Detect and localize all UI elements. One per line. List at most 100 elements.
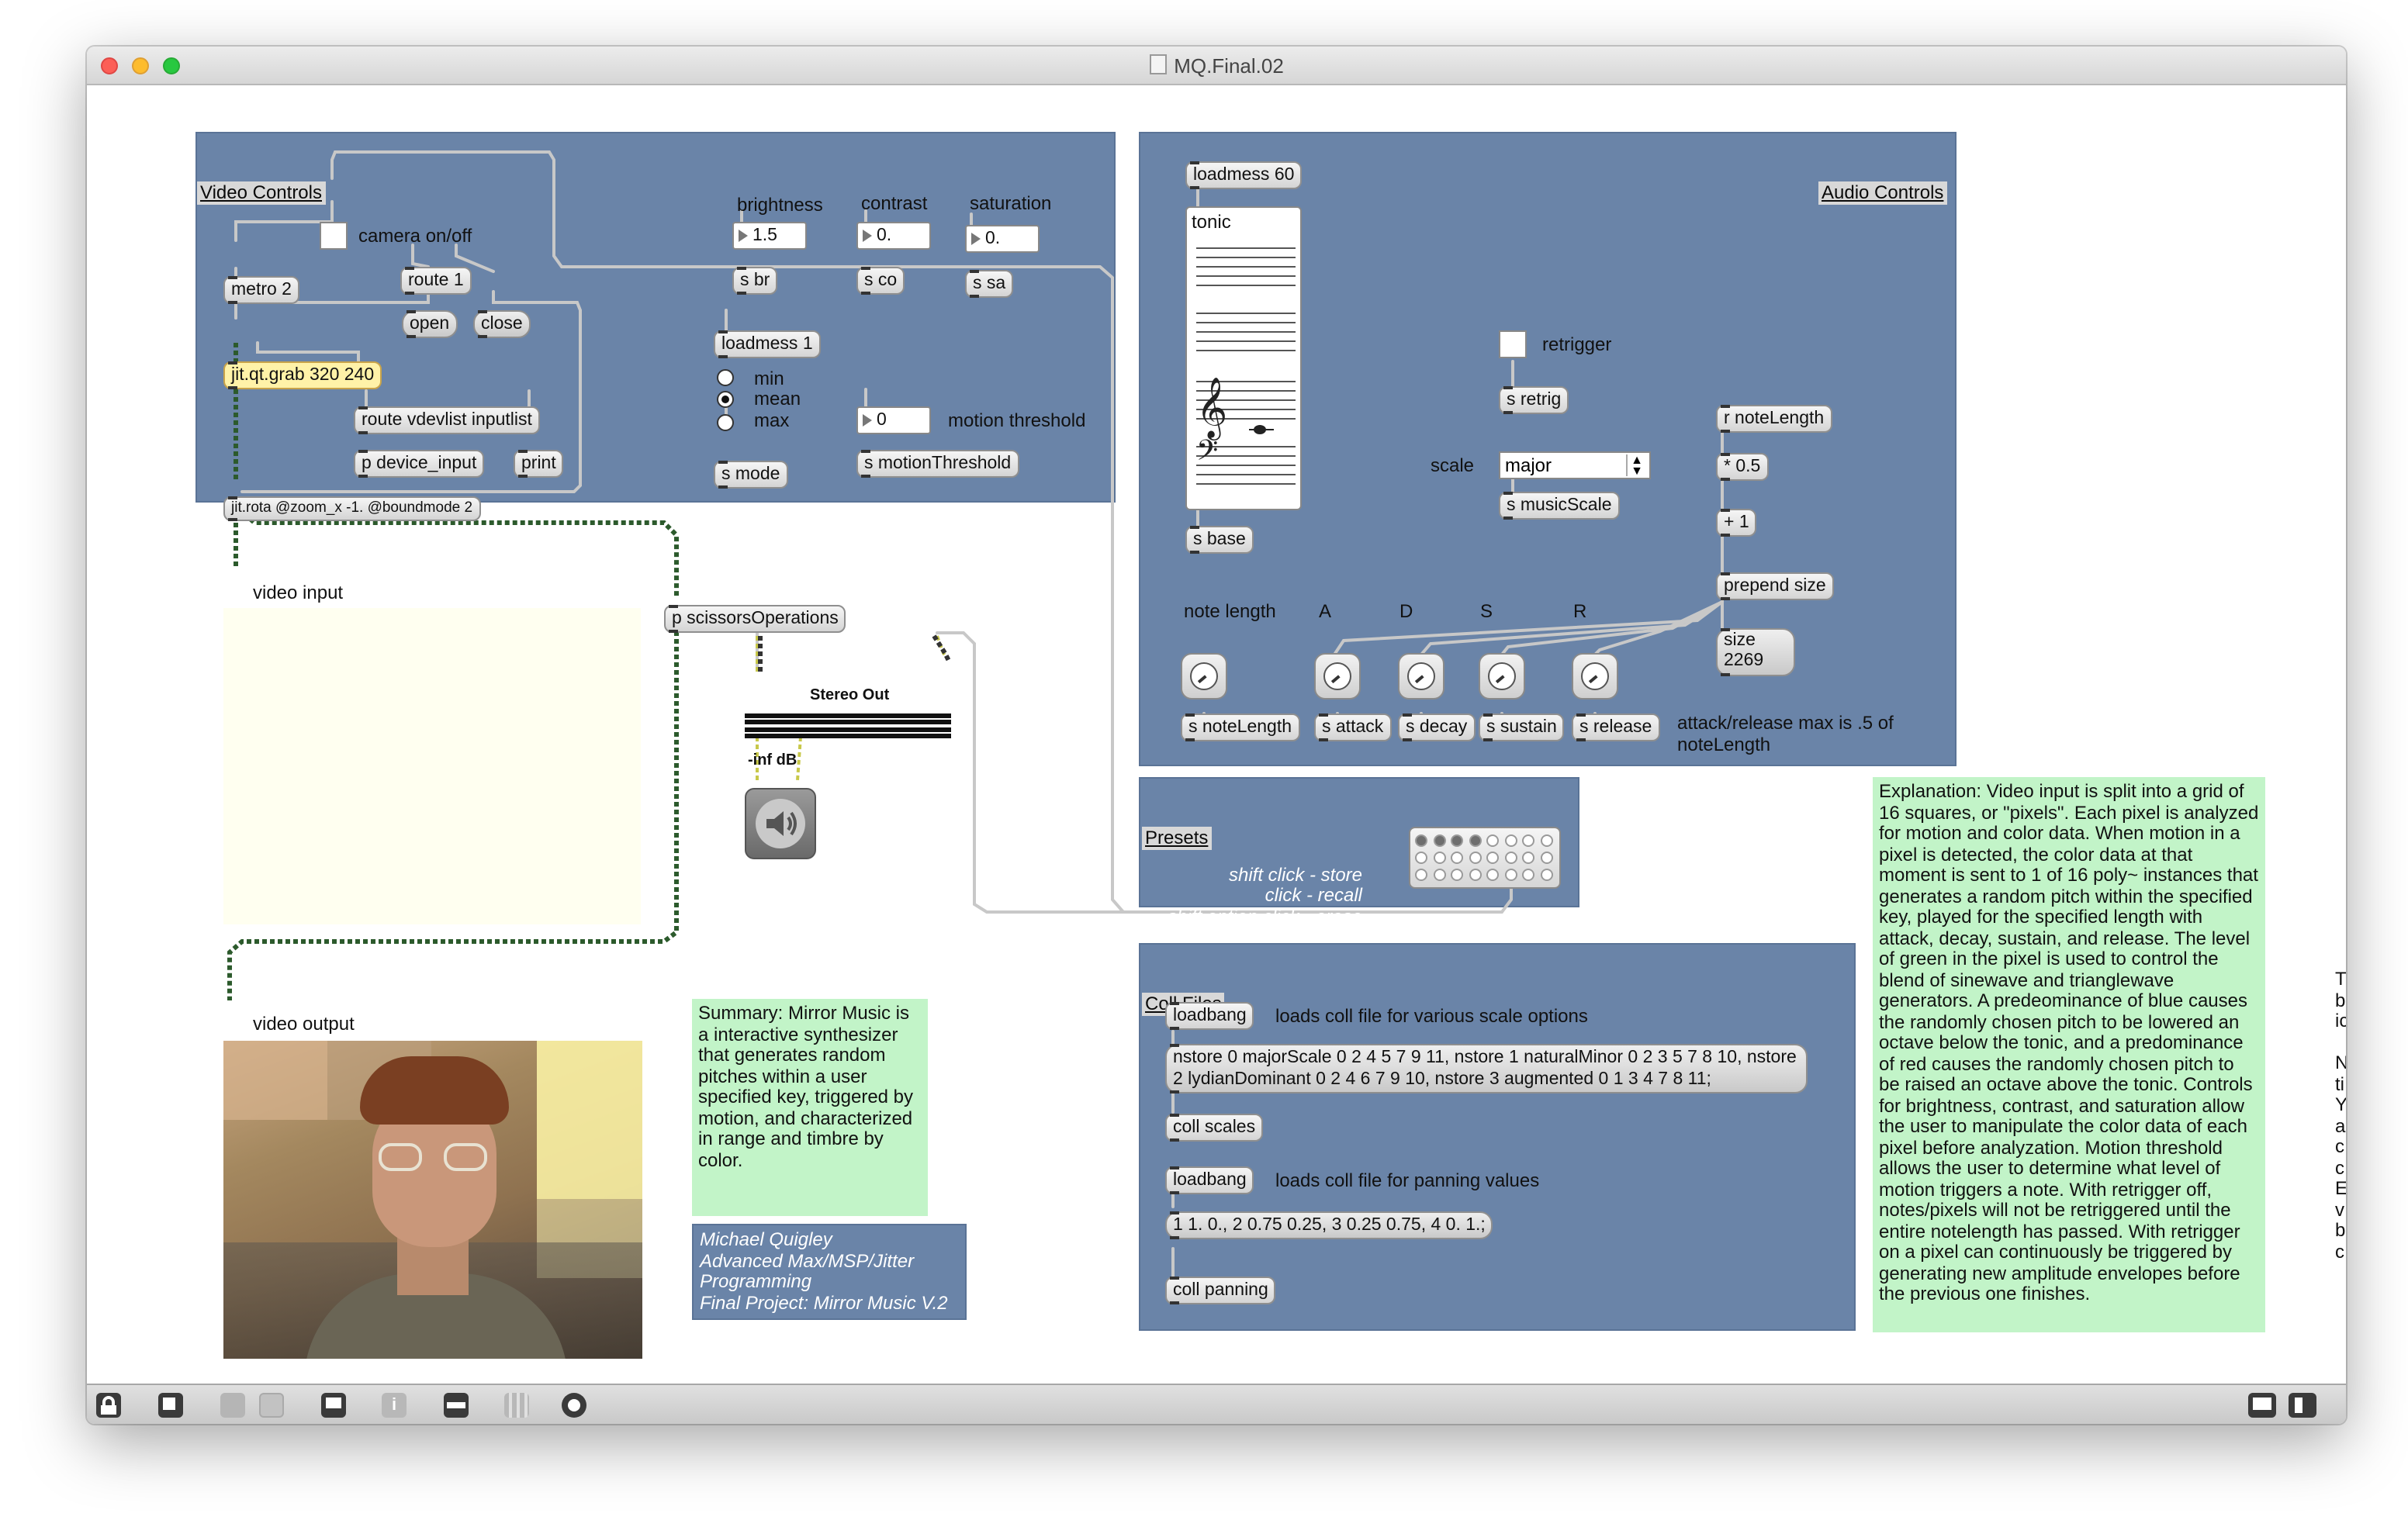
preset-slot[interactable] — [1415, 852, 1427, 864]
s-co-object[interactable]: s co — [856, 267, 905, 295]
p-scissors-object[interactable]: p scissorsOperations — [664, 605, 846, 633]
preset-slot[interactable] — [1451, 869, 1463, 881]
camera-label: camera on/off — [358, 225, 472, 247]
tonic-keyboard-staff[interactable]: tonic 𝄞 𝄢 — [1185, 206, 1302, 510]
summary-comment: Summary: Mirror Music is a interactive s… — [692, 999, 928, 1216]
qt-grab-object[interactable]: jit.qt.grab 320 240 — [223, 361, 382, 389]
size-message[interactable]: size 2269 — [1716, 628, 1795, 676]
note-length-dial[interactable] — [1181, 653, 1227, 700]
plus-object[interactable]: + 1 — [1716, 509, 1757, 537]
retrigger-toggle[interactable] — [1499, 330, 1527, 358]
metro-object[interactable]: metro 2 — [223, 276, 299, 304]
s-decay-object[interactable]: s decay — [1398, 713, 1476, 741]
preset-slot[interactable] — [1451, 852, 1463, 864]
preset-slot[interactable] — [1415, 834, 1427, 847]
decay-dial[interactable] — [1398, 653, 1444, 700]
print-object[interactable]: print — [514, 450, 564, 478]
grid-icon[interactable] — [504, 1393, 529, 1418]
radio-mean[interactable] — [717, 391, 734, 408]
preset-slot[interactable] — [1486, 869, 1499, 881]
scale-menu[interactable]: major ▲ ▼ — [1499, 451, 1651, 479]
p-device-input-object[interactable]: p device_input — [354, 450, 485, 478]
s-attack-object[interactable]: s attack — [1314, 713, 1392, 741]
attack-dial[interactable] — [1314, 653, 1361, 700]
preset-slot[interactable] — [1433, 852, 1445, 864]
edge-text-fragment: b — [2335, 1219, 2346, 1241]
s-motion-threshold-object[interactable]: s motionThreshold — [856, 450, 1019, 478]
preset-slot[interactable] — [1540, 852, 1552, 864]
saturation-number[interactable]: 0. — [965, 225, 1040, 253]
tonic-label: tonic — [1192, 211, 1231, 233]
number-arrow-icon — [863, 230, 872, 242]
max-window: MQ.Final.02 Video Controls camera on/off… — [87, 47, 2346, 1424]
s-notelength-object[interactable]: s noteLength — [1181, 713, 1300, 741]
info-icon[interactable]: i — [382, 1393, 407, 1418]
multiply-object[interactable]: * 0.5 — [1716, 453, 1769, 481]
coll-scales-object[interactable]: coll scales — [1165, 1114, 1264, 1142]
preset-slot[interactable] — [1540, 869, 1552, 881]
preset-slot[interactable] — [1486, 852, 1499, 864]
preset-slot[interactable] — [1522, 852, 1534, 864]
preset-slot[interactable] — [1451, 834, 1463, 847]
preset-slot[interactable] — [1504, 852, 1517, 864]
credits-line-2: Advanced Max/MSP/Jitter — [700, 1249, 915, 1271]
loadbang-1-object[interactable]: loadbang — [1165, 1002, 1254, 1030]
inspector-icon[interactable] — [321, 1393, 346, 1418]
r-notelength-object[interactable]: r noteLength — [1716, 405, 1832, 433]
preset-slot[interactable] — [1522, 834, 1534, 847]
radio-max[interactable] — [717, 414, 734, 431]
s-sa-object[interactable]: s sa — [965, 270, 1014, 298]
s-sustain-object[interactable]: s sustain — [1479, 713, 1565, 741]
contrast-number[interactable]: 0. — [856, 222, 931, 250]
speaker-glyph-icon — [766, 811, 797, 836]
brightness-number[interactable]: 1.5 — [732, 222, 807, 250]
preset-slot[interactable] — [1469, 834, 1481, 847]
preset-slot[interactable] — [1504, 834, 1517, 847]
debug-icon[interactable] — [562, 1393, 586, 1418]
close-message[interactable]: close — [473, 310, 531, 338]
panning-message[interactable]: 1 1. 0., 2 0.75 0.25, 3 0.25 0.75, 4 0. … — [1165, 1211, 1493, 1239]
s-base-object[interactable]: s base — [1185, 526, 1254, 554]
preset-slot[interactable] — [1469, 869, 1481, 881]
lock-icon[interactable] — [96, 1393, 121, 1418]
preset-slot[interactable] — [1415, 869, 1427, 881]
preset-slot[interactable] — [1504, 869, 1517, 881]
preset-slot[interactable] — [1433, 869, 1445, 881]
left-pane-icon[interactable] — [2248, 1393, 2276, 1418]
preset-slot[interactable] — [1433, 834, 1445, 847]
jit-rota-object[interactable]: jit.rota @zoom_x -1. @boundmode 2 — [223, 496, 481, 521]
clear-icon[interactable] — [259, 1393, 284, 1418]
open-message[interactable]: open — [402, 310, 458, 338]
presentation-icon[interactable] — [158, 1393, 183, 1418]
loadmess-1-object[interactable]: loadmess 1 — [714, 330, 821, 358]
prepend-size-object[interactable]: prepend size — [1716, 572, 1834, 600]
preset-slot[interactable] — [1540, 834, 1552, 847]
release-dial[interactable] — [1572, 653, 1618, 700]
sustain-dial[interactable] — [1479, 653, 1525, 700]
scales-message[interactable]: nstore 0 majorScale 0 2 4 5 7 9 11, nsto… — [1165, 1044, 1808, 1093]
radio-min[interactable] — [717, 369, 734, 386]
s-release-object[interactable]: s release — [1572, 713, 1660, 741]
motion-threshold-number[interactable]: 0 — [856, 406, 931, 434]
s-br-object[interactable]: s br — [732, 267, 778, 295]
speaker-icon[interactable] — [745, 788, 816, 859]
preset-slot[interactable] — [1486, 834, 1499, 847]
loadmess-60-object[interactable]: loadmess 60 — [1185, 161, 1303, 189]
route-vdevlist-object[interactable]: route vdevlist inputlist — [354, 406, 540, 434]
preset-slot[interactable] — [1522, 869, 1534, 881]
preset-slot[interactable] — [1469, 852, 1481, 864]
s-music-scale-object[interactable]: s musicScale — [1499, 492, 1620, 520]
s-retrig-object[interactable]: s retrig — [1499, 386, 1569, 414]
object-icon[interactable] — [444, 1393, 469, 1418]
patcher-icon[interactable] — [220, 1393, 245, 1418]
loadbang-2-object[interactable]: loadbang — [1165, 1166, 1254, 1194]
coll-panning-object[interactable]: coll panning — [1165, 1277, 1276, 1304]
stereo-out-meter[interactable]: Stereo Out — [745, 687, 954, 752]
right-pane-icon[interactable] — [2289, 1393, 2316, 1418]
camera-toggle[interactable] — [320, 222, 348, 250]
route-object[interactable]: route 1 — [400, 267, 472, 295]
preset-grid[interactable] — [1409, 827, 1561, 889]
patcher-canvas[interactable]: Video Controls camera on/off metro 2 rou… — [87, 85, 2346, 1384]
s-mode-object[interactable]: s mode — [714, 461, 788, 489]
presets-store-help: shift click - store — [1228, 864, 1362, 886]
